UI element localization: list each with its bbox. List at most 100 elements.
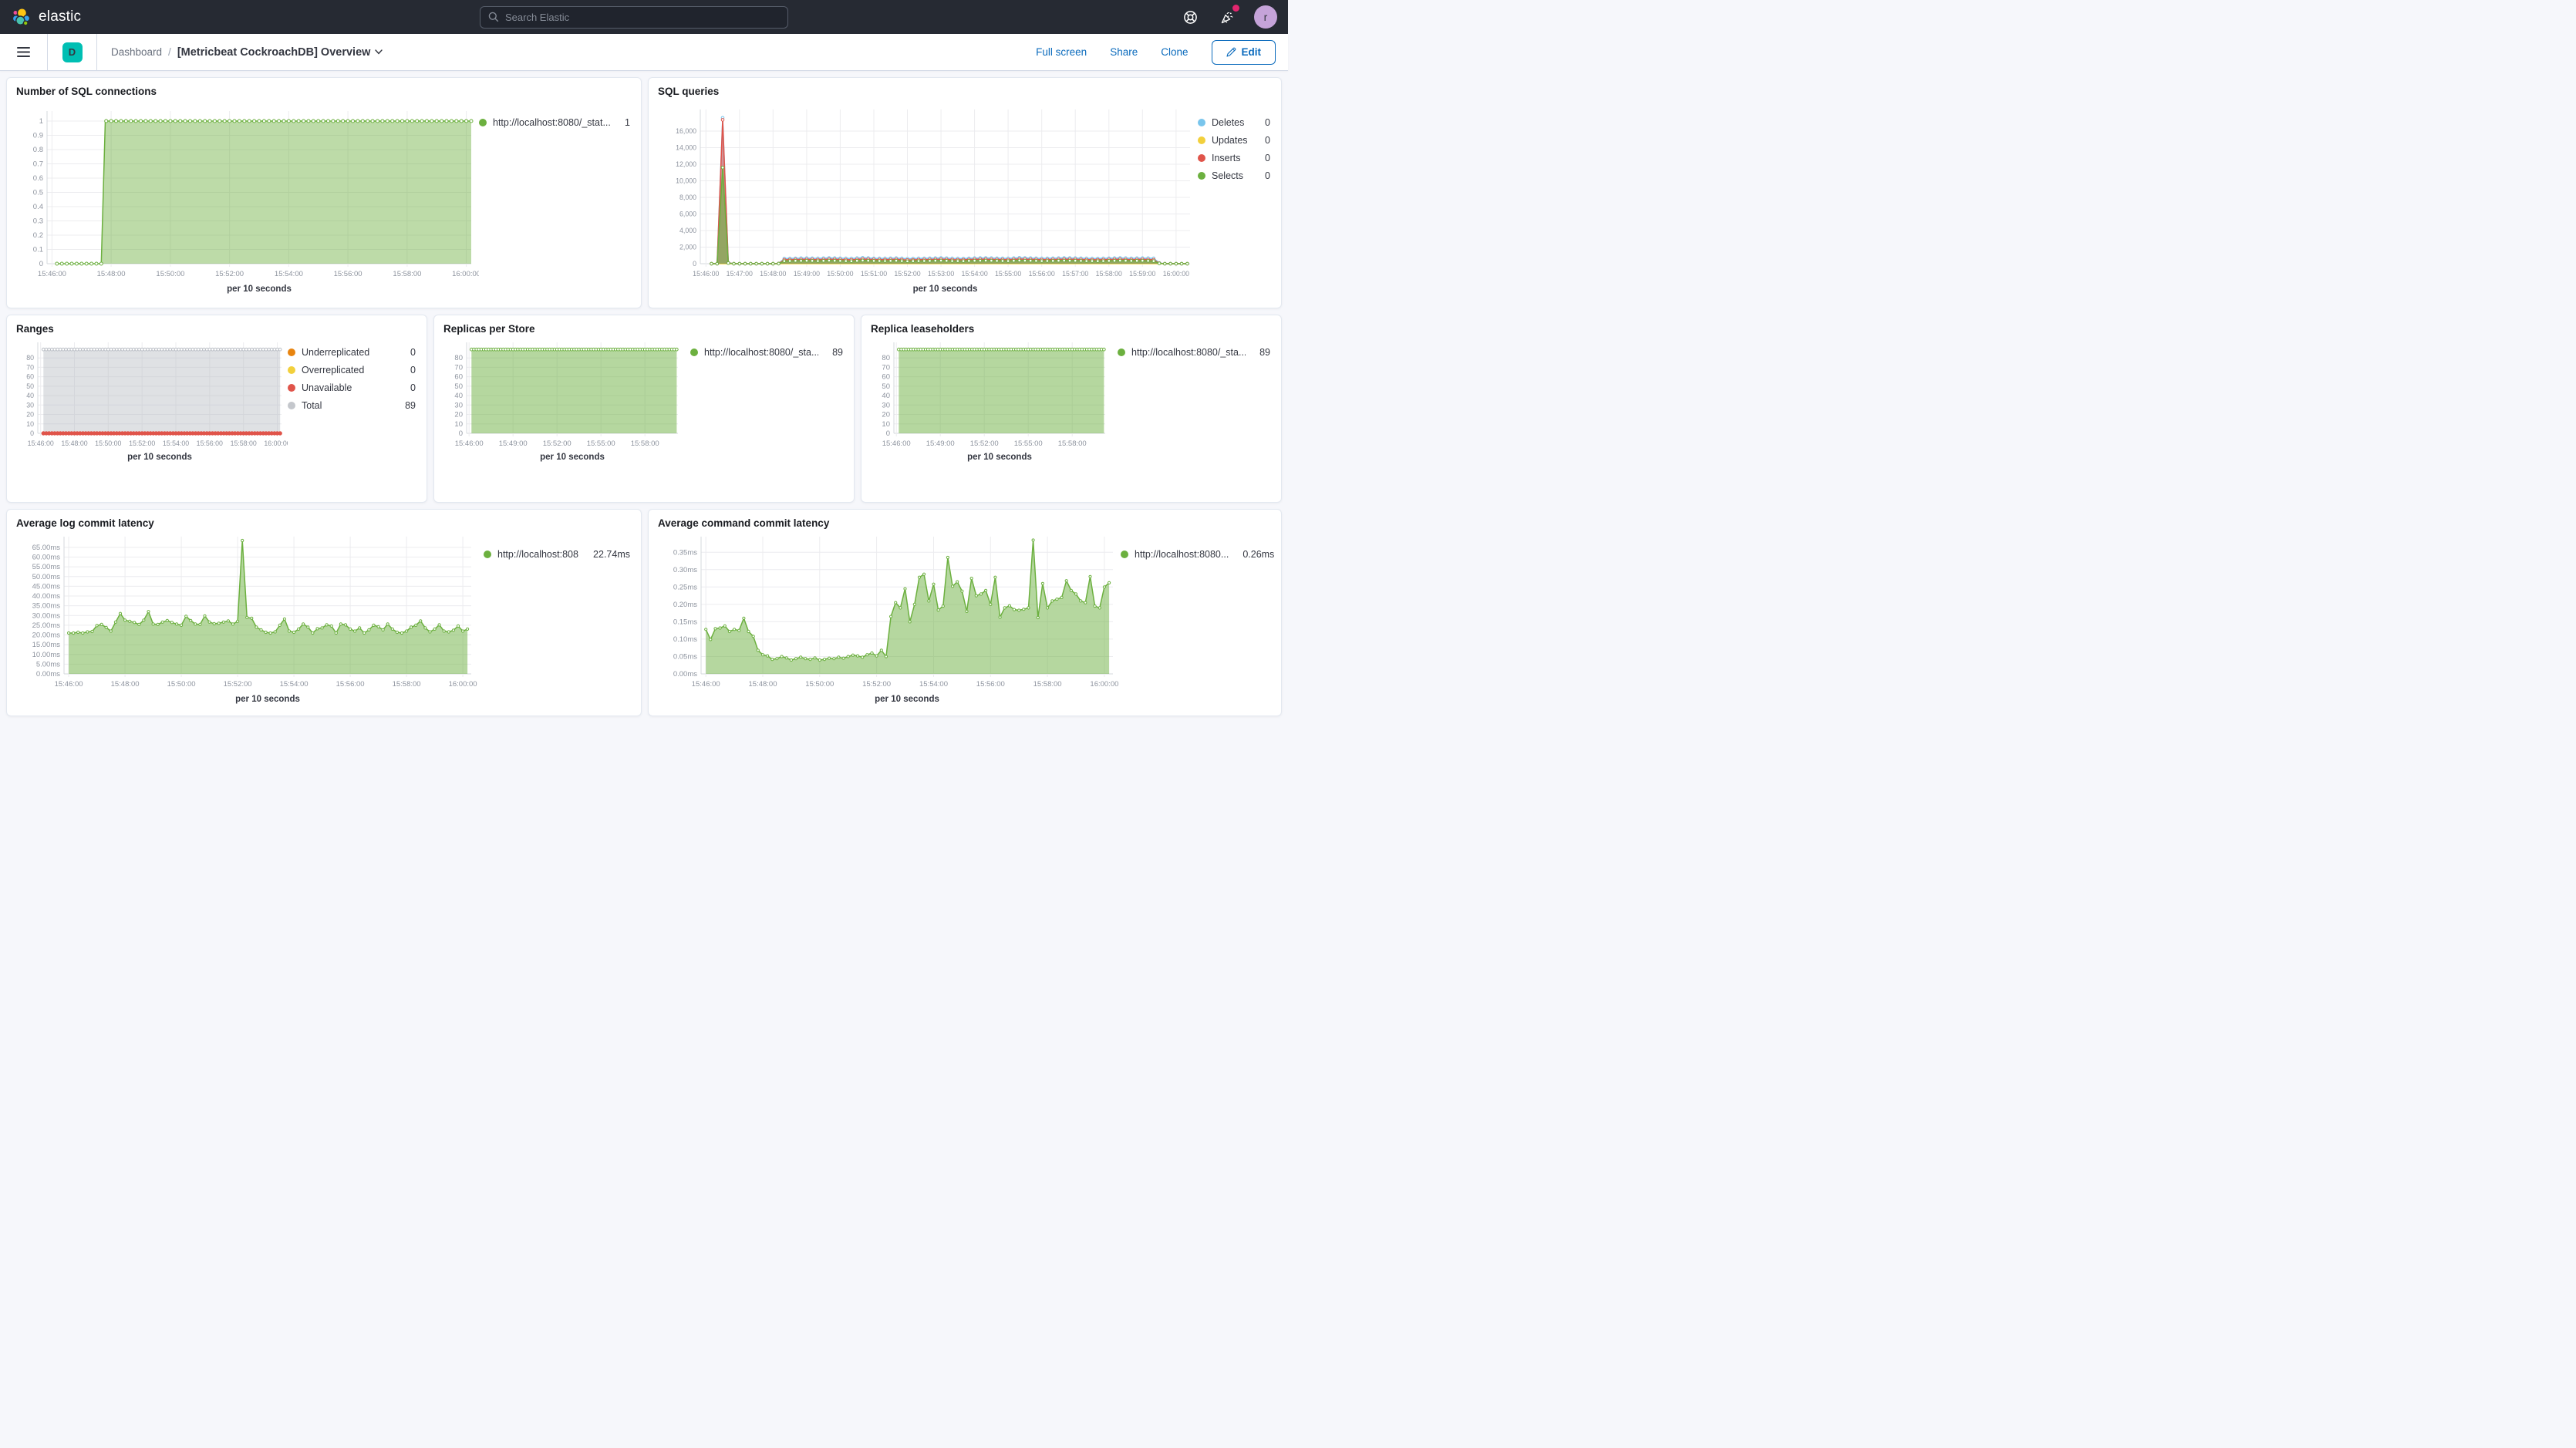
svg-text:45.00ms: 45.00ms [32,582,61,591]
svg-text:2,000: 2,000 [679,244,696,251]
svg-text:15:58:00: 15:58:00 [393,680,421,689]
chart-legend: http://localhost:8080/_sta...89 [1118,336,1272,462]
edit-button[interactable]: Edit [1212,40,1276,65]
legend-item[interactable]: http://localhost:8080/_sta...89 [690,347,843,358]
svg-text:15:56:00: 15:56:00 [336,680,365,689]
legend-series-dot-icon [479,119,487,126]
log-commit-latency-chart[interactable]: 0.00ms5.00ms10.00ms15.00ms20.00ms25.00ms… [16,530,479,694]
svg-text:70: 70 [454,363,463,372]
hamburger-icon [17,47,30,57]
x-axis-title: per 10 seconds [47,285,471,294]
legend-series-label: Deletes [1212,117,1244,128]
legend-series-label: Inserts [1212,153,1241,163]
legend-series-dot-icon [1198,172,1205,180]
svg-text:15:46:00: 15:46:00 [38,270,66,278]
svg-text:16:00:00: 16:00:00 [452,270,479,278]
global-search[interactable] [480,6,788,29]
legend-series-label: Unavailable [302,382,352,393]
legend-series-label: Underreplicated [302,347,369,358]
svg-text:15:51:00: 15:51:00 [861,270,887,278]
svg-text:15:52:00: 15:52:00 [862,680,891,689]
panel-average-command-commit-latency: Average command commit latency 0.00ms0.0… [648,509,1282,716]
space-switcher[interactable]: D [48,34,97,70]
legend-item[interactable]: http://localhost:8080/_stat...1 [479,117,630,128]
svg-text:30: 30 [882,401,890,409]
svg-text:10: 10 [26,420,34,428]
legend-series-label: http://localhost:8080/_sta... [704,347,818,358]
legend-series-dot-icon [288,349,295,356]
search-input[interactable] [505,12,780,23]
svg-text:15:46:00: 15:46:00 [55,680,83,689]
svg-text:0.2: 0.2 [33,231,43,240]
legend-item[interactable]: Updates0 [1198,135,1270,146]
svg-text:15.00ms: 15.00ms [32,641,61,649]
svg-text:10: 10 [454,420,463,429]
share-button[interactable]: Share [1110,46,1138,58]
replicas-per-store-chart[interactable]: 0102030405060708015:46:0015:49:0015:52:0… [443,336,683,452]
x-axis-title: per 10 seconds [701,695,1113,704]
elastic-logo[interactable]: elastic [11,7,81,28]
breadcrumb-dashboard-link[interactable]: Dashboard [111,46,162,58]
svg-text:15:58:00: 15:58:00 [1033,680,1062,689]
svg-text:20: 20 [882,411,890,419]
svg-text:15:56:00: 15:56:00 [976,680,1005,689]
svg-text:40.00ms: 40.00ms [32,592,61,601]
legend-series-label: Total [302,400,322,411]
svg-text:15:58:00: 15:58:00 [393,270,421,278]
svg-text:15:56:00: 15:56:00 [334,270,362,278]
svg-text:65.00ms: 65.00ms [32,544,61,552]
user-avatar[interactable]: r [1254,5,1277,29]
svg-text:4,000: 4,000 [679,227,696,234]
legend-item[interactable]: Unavailable0 [288,382,416,393]
svg-text:15:46:00: 15:46:00 [455,439,484,448]
svg-text:5.00ms: 5.00ms [36,660,60,668]
help-button[interactable] [1180,7,1200,27]
legend-item[interactable]: Overreplicated0 [288,365,416,375]
legend-item[interactable]: Inserts 0 [1198,153,1270,163]
legend-item[interactable]: Deletes0 [1198,117,1270,128]
svg-text:12,000: 12,000 [676,160,696,168]
svg-text:80: 80 [454,354,463,362]
whats-new-button[interactable] [1217,7,1237,27]
search-icon [488,12,499,22]
ranges-chart[interactable]: 0102030405060708015:46:0015:48:0015:50:0… [16,336,288,452]
svg-text:16:00:00: 16:00:00 [1090,680,1118,689]
sql-connections-chart[interactable]: 00.10.20.30.40.50.60.70.80.9115:46:0015:… [16,99,479,284]
replica-leaseholders-chart[interactable]: 0102030405060708015:46:0015:49:0015:52:0… [871,336,1110,452]
legend-item[interactable]: http://localhost:8080/_sta...89 [1118,347,1270,358]
chart-legend: http://localhost:808...22.74ms [484,530,632,704]
legend-series-dot-icon [288,366,295,374]
svg-text:15:48:00: 15:48:00 [760,270,786,278]
legend-item[interactable]: http://localhost:808...22.74ms [484,549,630,560]
svg-text:0.9: 0.9 [33,132,43,140]
panel-number-of-sql-connections: Number of SQL connections 00.10.20.30.40… [6,77,642,308]
svg-text:15:54:00: 15:54:00 [961,270,987,278]
svg-text:15:50:00: 15:50:00 [805,680,834,689]
sql-queries-chart[interactable]: 02,0004,0006,0008,00010,00012,00014,0001… [658,99,1198,284]
panel-title: Replicas per Store [443,323,845,335]
svg-text:15:46:00: 15:46:00 [882,439,911,448]
clone-button[interactable]: Clone [1161,46,1188,58]
legend-item[interactable]: http://localhost:8080...0.26ms [1121,549,1274,560]
legend-series-label: Selects [1212,170,1243,181]
legend-item[interactable]: Underreplicated0 [288,347,416,358]
x-axis-title: per 10 seconds [700,285,1190,294]
legend-series-dot-icon [690,349,698,356]
svg-text:15:50:00: 15:50:00 [167,680,196,689]
svg-text:15:48:00: 15:48:00 [749,680,777,689]
svg-text:50: 50 [454,382,463,391]
chart-legend: http://localhost:8080/_sta...89 [690,336,845,462]
legend-item[interactable]: Selects0 [1198,170,1270,181]
svg-text:60.00ms: 60.00ms [32,554,61,562]
command-commit-latency-chart[interactable]: 0.00ms0.05ms0.10ms0.15ms0.20ms0.25ms0.30… [658,530,1121,694]
fullscreen-button[interactable]: Full screen [1036,46,1087,58]
svg-text:60: 60 [26,373,34,381]
menu-button[interactable] [0,34,48,70]
chevron-down-icon [375,49,383,55]
page-title[interactable]: [Metricbeat CockroachDB] Overview [177,46,383,59]
legend-item[interactable]: Total89 [288,400,416,411]
svg-text:16:00:00: 16:00:00 [449,680,477,689]
svg-text:15:55:00: 15:55:00 [587,439,615,448]
svg-text:0.05ms: 0.05ms [673,653,697,662]
legend-series-value: 0 [1257,153,1270,163]
